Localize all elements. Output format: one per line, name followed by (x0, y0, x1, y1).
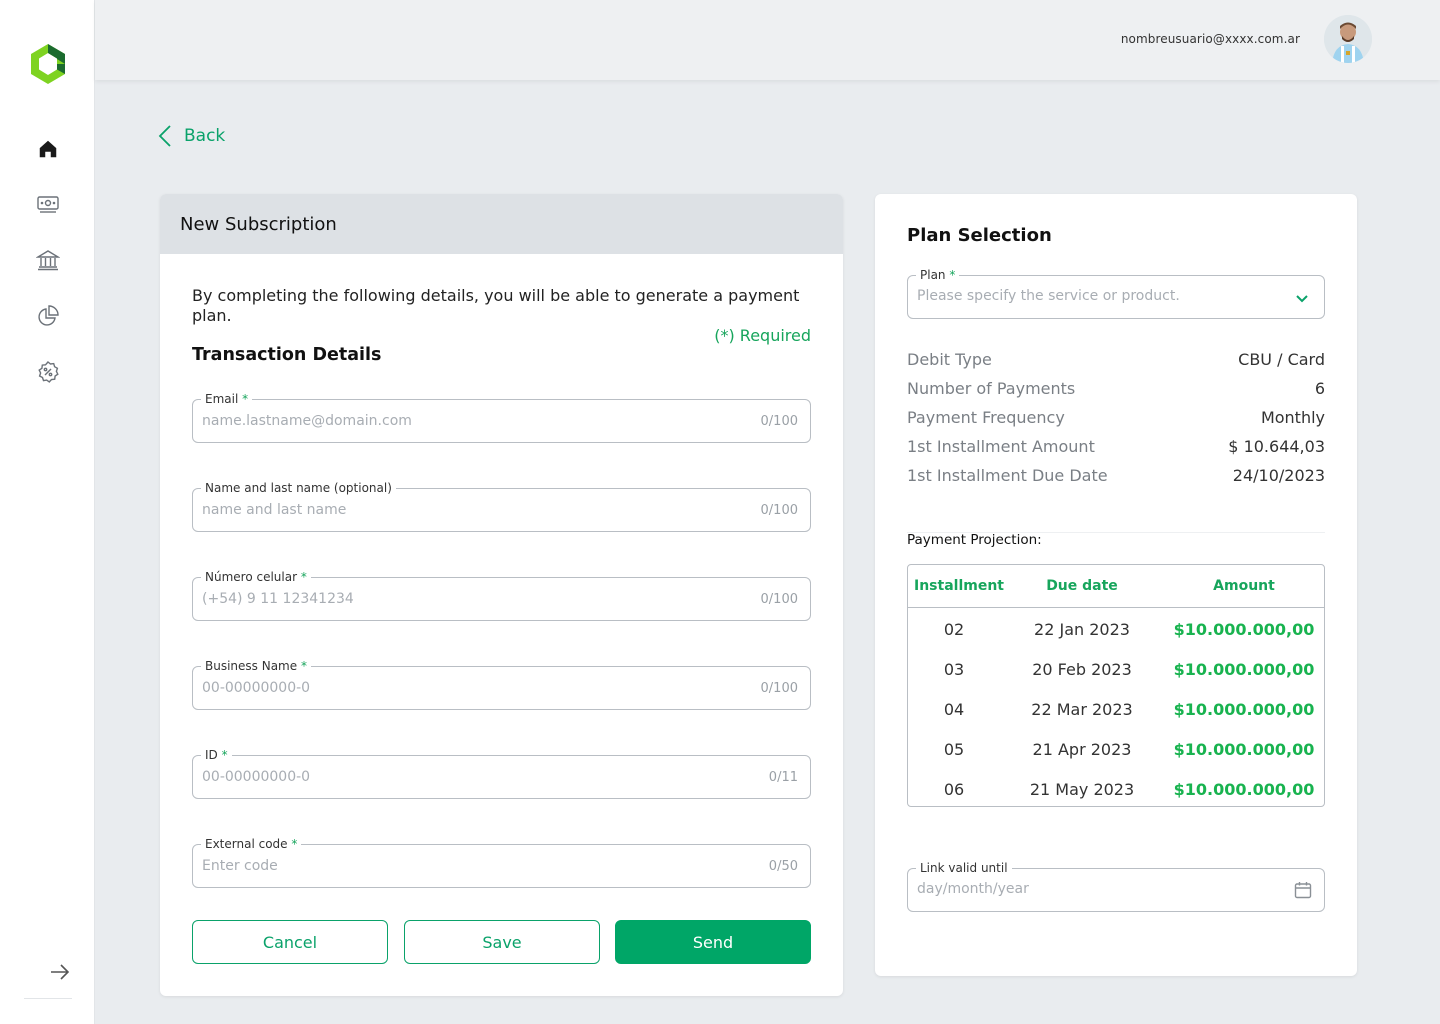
full-name-label: Name and last name (optional) (201, 481, 396, 495)
card-title: New Subscription (160, 194, 843, 254)
plan-summary: Debit Type CBU / Card Number of Payments 6… (907, 350, 1325, 495)
summary-row-first-installment-due-date: 1st Installment Due Date 24/10/2023 (907, 466, 1325, 485)
sidebar-divider (24, 998, 72, 999)
business-name-input[interactable] (202, 677, 722, 699)
business-name-counter: 0/100 (760, 681, 798, 696)
sidebar-item-payments[interactable] (35, 191, 61, 217)
new-subscription-card: New Subscription By completing the follo… (160, 194, 843, 996)
sidebar-item-home[interactable] (35, 136, 61, 162)
summary-row-first-installment-amount: 1st Installment Amount $ 10.644,03 (907, 437, 1325, 456)
external-code-counter: 0/50 (768, 859, 798, 874)
phone-counter: 0/100 (760, 592, 798, 607)
id-label: ID * (201, 748, 232, 762)
table-row: 05 21 Apr 2023 $10.000.000,00 (943, 739, 1315, 759)
table-row: 06 21 May 2023 $10.000.000,00 (943, 779, 1315, 799)
arrow-right-icon[interactable] (48, 960, 72, 984)
table-row: 04 22 Mar 2023 $10.000.000,00 (943, 699, 1315, 719)
email-input[interactable] (202, 410, 722, 432)
bank-icon (36, 250, 60, 271)
link-valid-until-placeholder: day/month/year (917, 881, 1029, 897)
sidebar-item-discounts[interactable] (35, 359, 61, 385)
user-avatar-icon (1324, 15, 1372, 63)
external-code-input[interactable] (202, 855, 722, 877)
sidebar-item-bank[interactable] (35, 247, 61, 273)
full-name-counter: 0/100 (760, 503, 798, 518)
link-valid-until-field[interactable]: Link valid until day/month/year (907, 861, 1325, 912)
back-label: Back (184, 126, 226, 146)
id-field: ID * 0/11 (192, 748, 811, 799)
table-header: Installment Due date Amount (908, 565, 1324, 608)
chevron-down-icon (1296, 295, 1308, 303)
chevron-left-icon (158, 125, 171, 147)
plan-title: Plan Selection (907, 225, 1052, 246)
sidebar-item-reports[interactable] (35, 303, 61, 329)
payment-projection-table: Installment Due date Amount 02 22 Jan 20… (907, 564, 1325, 807)
brand-logo[interactable] (28, 42, 68, 86)
avatar[interactable] (1324, 15, 1372, 63)
send-button[interactable]: Send (615, 920, 811, 964)
phone-field: Número celular * 0/100 (192, 570, 811, 621)
user-email: nombreusuario@xxxx.com.ar (1120, 32, 1300, 46)
summary-row-number-of-payments: Number of Payments 6 (907, 379, 1325, 398)
table-row: 03 20 Feb 2023 $10.000.000,00 (943, 659, 1315, 679)
home-icon (39, 140, 57, 158)
plan-placeholder: Please specify the service or product. (917, 288, 1180, 304)
column-header-installment: Installment (914, 578, 1004, 594)
calendar-icon[interactable] (1294, 881, 1312, 899)
back-link[interactable]: Back (158, 124, 225, 148)
table-body: 02 22 Jan 2023 $10.000.000,00 03 20 Feb … (908, 608, 1324, 806)
phone-label: Número celular * (201, 570, 311, 584)
full-name-input[interactable] (202, 499, 722, 521)
pie-chart-icon (38, 305, 59, 326)
external-code-field: External code * 0/50 (192, 837, 811, 888)
plan-label: Plan * (916, 268, 960, 282)
summary-row-payment-frequency: Payment Frequency Monthly (907, 408, 1325, 427)
sidebar (0, 0, 95, 1024)
section-title: Transaction Details (192, 345, 382, 365)
required-note: (*) Required (714, 326, 811, 345)
external-code-label: External code * (201, 837, 302, 851)
full-name-field: Name and last name (optional) 0/100 (192, 481, 811, 532)
email-field: Email * 0/100 (192, 392, 811, 443)
intro-text: By completing the following details, you… (192, 286, 800, 325)
cancel-button[interactable]: Cancel (192, 920, 388, 964)
summary-row-debit-type: Debit Type CBU / Card (907, 350, 1325, 369)
business-name-field: Business Name * 0/100 (192, 659, 811, 710)
plan-select[interactable]: Plan * Please specify the service or pro… (907, 268, 1325, 319)
top-bar: nombreusuario@xxxx.com.ar (95, 0, 1440, 80)
email-label: Email * (201, 392, 253, 406)
discount-icon (38, 361, 59, 383)
email-counter: 0/100 (760, 414, 798, 429)
id-counter: 0/11 (768, 770, 798, 785)
projection-label: Payment Projection: (907, 532, 1042, 548)
plan-selection-card: Plan Selection Plan * Please specify the… (875, 194, 1357, 976)
id-input[interactable] (202, 766, 722, 788)
link-valid-until-label: Link valid until (916, 861, 1012, 875)
phone-input[interactable] (202, 588, 722, 610)
business-name-label: Business Name * (201, 659, 311, 673)
column-header-amount: Amount (1213, 578, 1275, 594)
table-row: 02 22 Jan 2023 $10.000.000,00 (943, 619, 1315, 639)
column-header-due-date: Due date (1046, 578, 1118, 594)
save-button[interactable]: Save (404, 920, 600, 964)
money-icon (37, 196, 59, 213)
